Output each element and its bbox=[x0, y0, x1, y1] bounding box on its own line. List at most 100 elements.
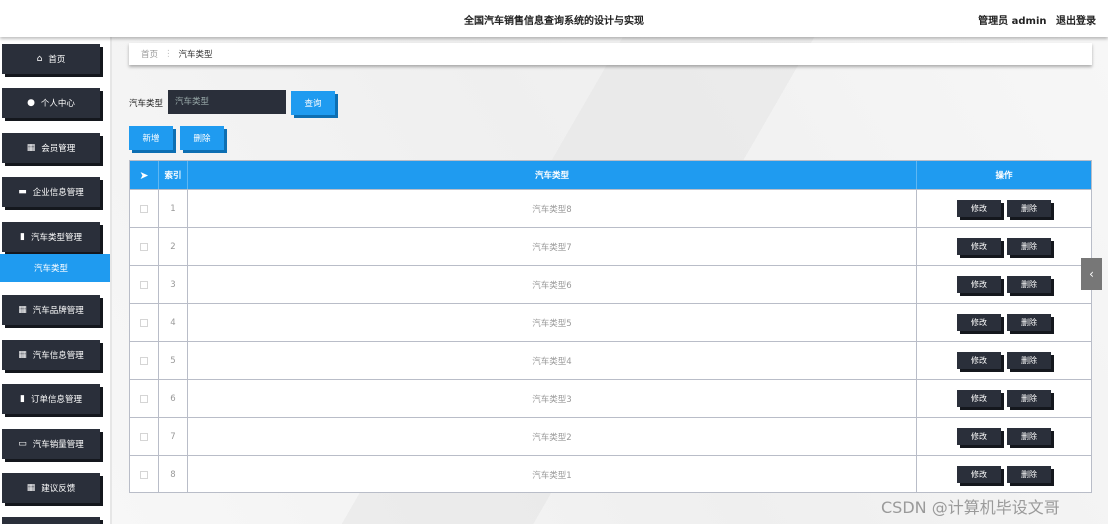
add-button[interactable]: 新增 bbox=[129, 126, 173, 150]
row-index: 3 bbox=[159, 266, 188, 303]
sidebar-item-label: 首页 bbox=[48, 55, 66, 65]
user-name: 管理员 admin bbox=[978, 16, 1047, 27]
sidebar-item-company[interactable]: ▬ 企业信息管理 bbox=[2, 177, 100, 207]
row-checkbox-cell bbox=[130, 342, 159, 379]
sidebar-item-label: 建议反馈 bbox=[41, 484, 76, 494]
row-index: 8 bbox=[159, 456, 188, 493]
grid-icon: ▦ bbox=[18, 305, 27, 315]
row-actions: 修改 删除 bbox=[917, 304, 1091, 341]
row-index: 2 bbox=[159, 228, 188, 265]
sidebar-item-more[interactable] bbox=[2, 517, 100, 524]
table-row: 3 汽车类型6 修改 删除 bbox=[130, 265, 1091, 303]
breadcrumb: 首页 ⋮ 汽车类型 bbox=[129, 43, 1092, 65]
table-row: 7 汽车类型2 修改 删除 bbox=[130, 417, 1091, 455]
row-type: 汽车类型8 bbox=[188, 190, 917, 227]
row-checkbox-cell bbox=[130, 380, 159, 417]
row-actions: 修改 删除 bbox=[917, 456, 1091, 493]
row-checkbox[interactable] bbox=[140, 242, 148, 251]
edit-button[interactable]: 修改 bbox=[957, 200, 1001, 217]
edit-button[interactable]: 修改 bbox=[957, 466, 1001, 483]
clipboard-icon: ▮ bbox=[20, 232, 25, 242]
row-delete-button[interactable]: 删除 bbox=[1007, 428, 1051, 445]
select-all-checkbox[interactable]: ➤ bbox=[130, 161, 159, 189]
top-bar: 全国汽车销售信息查询系统的设计与实现 管理员 admin 退出登录 bbox=[0, 0, 1108, 37]
row-delete-button[interactable]: 删除 bbox=[1007, 314, 1051, 331]
row-checkbox[interactable] bbox=[140, 432, 148, 441]
table-row: 5 汽车类型4 修改 删除 bbox=[130, 341, 1091, 379]
sidebar-item-label: 汽车销量管理 bbox=[32, 440, 84, 450]
edit-button[interactable]: 修改 bbox=[957, 428, 1001, 445]
search-button[interactable]: 查询 bbox=[291, 91, 335, 115]
edit-button[interactable]: 修改 bbox=[957, 390, 1001, 407]
briefcase-icon: ▬ bbox=[18, 187, 27, 197]
data-table: ➤ 索引 汽车类型 操作 1 汽车类型8 修改 删除 2 汽车类型7 修改 删除… bbox=[129, 160, 1092, 493]
edit-button[interactable]: 修改 bbox=[957, 238, 1001, 255]
sidebar-item-label: 企业信息管理 bbox=[32, 188, 84, 198]
table-row: 6 汽车类型3 修改 删除 bbox=[130, 379, 1091, 417]
sidebar-item-sales[interactable]: ▭ 汽车销量管理 bbox=[2, 429, 100, 459]
table-header: ➤ 索引 汽车类型 操作 bbox=[130, 161, 1091, 189]
table-row: 2 汽车类型7 修改 删除 bbox=[130, 227, 1091, 265]
sidebar-item-feedback[interactable]: ▦ 建议反馈 bbox=[2, 473, 100, 503]
row-checkbox[interactable] bbox=[140, 470, 148, 479]
sidebar-item-home[interactable]: ⌂ 首页 bbox=[2, 44, 100, 74]
delete-button[interactable]: 删除 bbox=[180, 126, 224, 150]
search-input[interactable] bbox=[168, 90, 286, 114]
app-title: 全国汽车销售信息查询系统的设计与实现 bbox=[464, 16, 644, 27]
grid-icon: ▦ bbox=[26, 143, 36, 153]
sidebar-item-label: 会员管理 bbox=[41, 144, 76, 154]
edit-button[interactable]: 修改 bbox=[957, 352, 1001, 369]
row-index: 6 bbox=[159, 380, 188, 417]
row-type: 汽车类型6 bbox=[188, 266, 917, 303]
header-operation: 操作 bbox=[995, 171, 1013, 181]
row-type: 汽车类型5 bbox=[188, 304, 917, 341]
row-type: 汽车类型3 bbox=[188, 380, 917, 417]
sidebar-item-car-info[interactable]: ▦ 汽车信息管理 bbox=[2, 340, 100, 370]
row-checkbox[interactable] bbox=[140, 356, 148, 365]
sidebar-item-orders[interactable]: ▮ 订单信息管理 bbox=[2, 384, 100, 414]
row-checkbox-cell bbox=[130, 456, 159, 493]
row-delete-button[interactable]: 删除 bbox=[1007, 390, 1051, 407]
row-delete-button[interactable]: 删除 bbox=[1007, 238, 1051, 255]
row-checkbox-cell bbox=[130, 304, 159, 341]
table-row: 8 汽车类型1 修改 删除 bbox=[130, 455, 1091, 493]
sidebar-subitem-car-type[interactable]: 汽车类型 bbox=[0, 254, 112, 282]
breadcrumb-home[interactable]: 首页 bbox=[141, 48, 158, 60]
chevron-left-icon[interactable]: ‹ bbox=[1081, 258, 1102, 290]
cursor-icon: ➤ bbox=[139, 168, 149, 182]
edit-button[interactable]: 修改 bbox=[957, 276, 1001, 293]
row-checkbox[interactable] bbox=[140, 280, 148, 289]
grid-icon: ▦ bbox=[26, 483, 36, 493]
search-label: 汽车类型 bbox=[129, 99, 164, 109]
row-checkbox[interactable] bbox=[140, 318, 148, 327]
row-actions: 修改 删除 bbox=[917, 380, 1091, 417]
sidebar-item-label: 汽车品牌管理 bbox=[32, 306, 84, 316]
row-checkbox-cell bbox=[130, 418, 159, 455]
monitor-icon: ▭ bbox=[18, 439, 27, 449]
sidebar-item-car-type[interactable]: ▮ 汽车类型管理 bbox=[2, 222, 100, 252]
sidebar-item-personal[interactable]: ● 个人中心 bbox=[2, 88, 100, 118]
row-checkbox[interactable] bbox=[140, 204, 148, 213]
row-delete-button[interactable]: 删除 bbox=[1007, 352, 1051, 369]
sidebar-item-members[interactable]: ▦ 会员管理 bbox=[2, 133, 100, 163]
edit-button[interactable]: 修改 bbox=[957, 314, 1001, 331]
logout-link[interactable]: 退出登录 bbox=[1056, 16, 1096, 27]
row-index: 7 bbox=[159, 418, 188, 455]
sidebar: ⌂ 首页 ● 个人中心 ▦ 会员管理 ▬ 企业信息管理 ▮ 汽车类型管理 汽车类… bbox=[0, 37, 112, 524]
sidebar-item-brand[interactable]: ▦ 汽车品牌管理 bbox=[2, 295, 100, 325]
row-delete-button[interactable]: 删除 bbox=[1007, 276, 1051, 293]
row-index: 5 bbox=[159, 342, 188, 379]
sidebar-divider bbox=[110, 37, 112, 524]
row-actions: 修改 删除 bbox=[917, 228, 1091, 265]
sidebar-item-label: 个人中心 bbox=[40, 99, 75, 109]
row-type: 汽车类型1 bbox=[188, 456, 917, 493]
row-checkbox-cell bbox=[130, 190, 159, 227]
table-row: 4 汽车类型5 修改 删除 bbox=[130, 303, 1091, 341]
person-icon: ● bbox=[27, 98, 35, 108]
table-row: 1 汽车类型8 修改 删除 bbox=[130, 189, 1091, 227]
row-delete-button[interactable]: 删除 bbox=[1007, 200, 1051, 217]
row-index: 4 bbox=[159, 304, 188, 341]
row-delete-button[interactable]: 删除 bbox=[1007, 466, 1051, 483]
row-actions: 修改 删除 bbox=[917, 418, 1091, 455]
row-checkbox[interactable] bbox=[140, 394, 148, 403]
